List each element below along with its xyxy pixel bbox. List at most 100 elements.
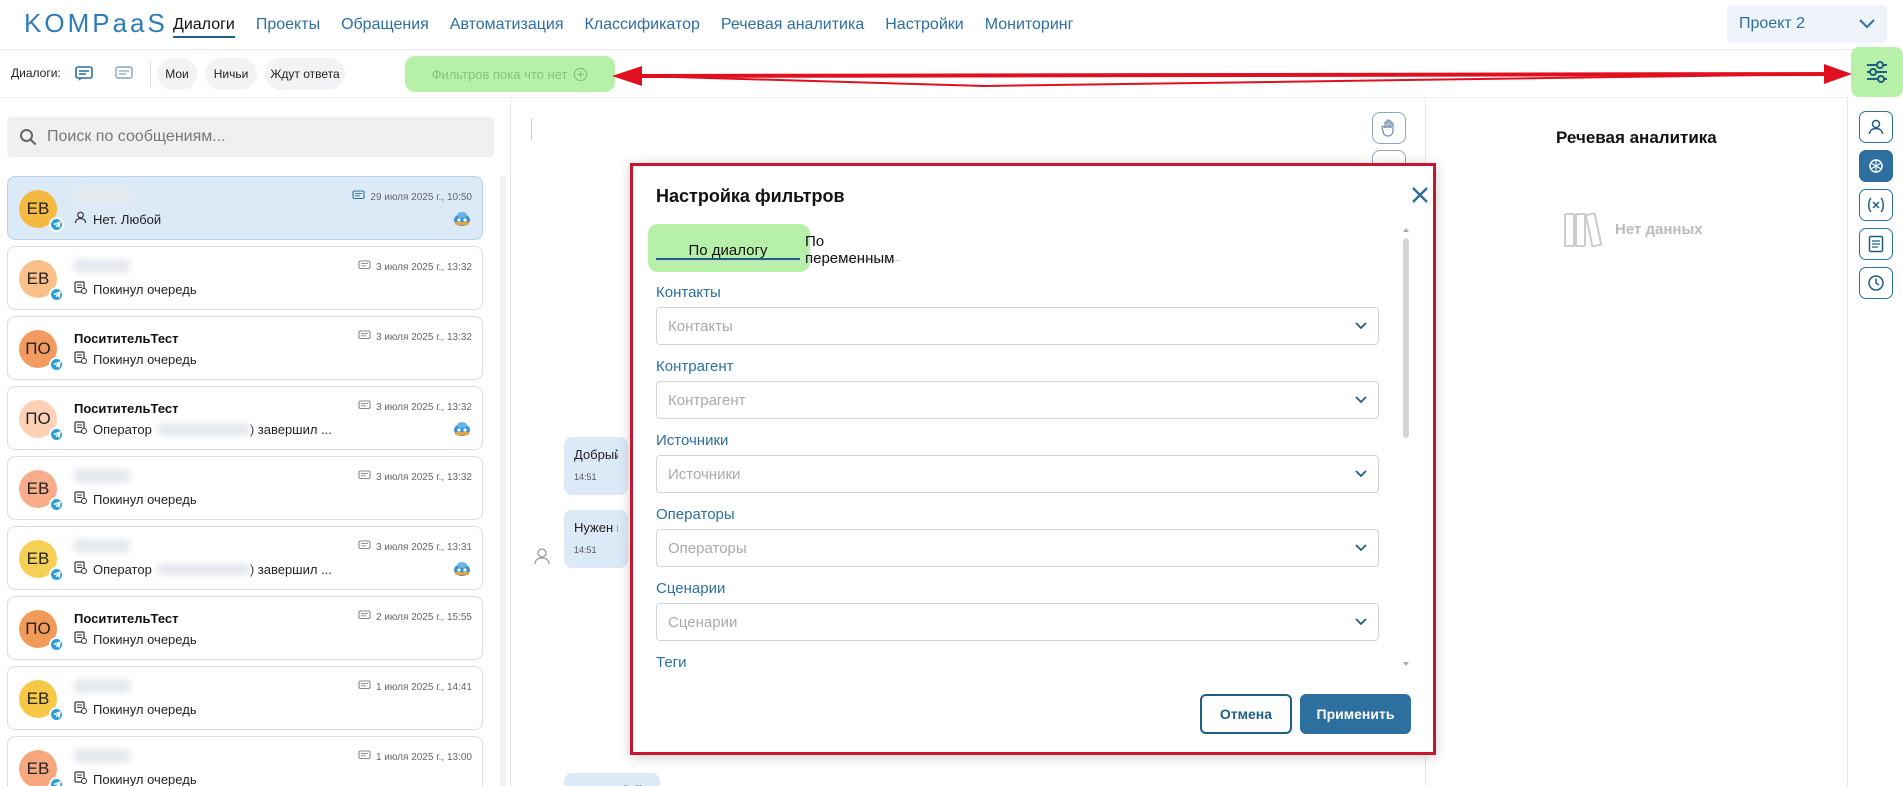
chat-outline-icon[interactable] — [108, 58, 140, 90]
chat-icon — [358, 330, 371, 344]
filters-settings-button[interactable] — [1851, 47, 1903, 97]
dialog-item[interactable]: ПО ПоситительТест 3 июля 2025 г., 13:32 Пок… — [7, 316, 483, 380]
filter-select[interactable]: Контакты — [656, 307, 1379, 345]
chevron-down-icon — [1355, 396, 1367, 404]
openai-icon — [1869, 159, 1883, 173]
top-navbar: KOMPaaS Диалоги Проекты Обращения Автоматиз… — [0, 0, 1903, 50]
filter-select[interactable]: Источники — [656, 455, 1379, 493]
speech-analytics-title: Речевая аналитика — [1556, 128, 1717, 147]
ai-panel-button[interactable] — [1859, 150, 1893, 182]
filter-select-placeholder: Источники — [668, 465, 741, 483]
history-panel-button[interactable] — [1859, 267, 1893, 299]
dialog-status-line: Оператор ) завершил ... — [74, 561, 332, 577]
nav-item[interactable]: Обращения — [341, 0, 429, 50]
dialog-date-text: 29 июля 2025 г., 10:50 — [370, 191, 472, 203]
filter-field-label: Теги — [656, 654, 687, 670]
attach-tool-button[interactable] — [1372, 150, 1406, 164]
dialog-status-line: Покинул очередь — [74, 701, 197, 717]
nav-item[interactable]: Проекты — [256, 0, 320, 50]
dialog-item[interactable]: ЕВ 1 июля 2025 г., 14:41 Покинул очередь — [7, 666, 483, 730]
chip-unassigned[interactable]: Ничьи — [205, 58, 257, 90]
hand-tool-button[interactable] — [1372, 112, 1406, 144]
dialog-date-text: 3 июля 2025 г., 13:32 — [375, 471, 472, 483]
user-icon — [74, 211, 87, 227]
avatar-initials: ЕВ — [26, 269, 50, 288]
status-suffix: ) завершил ... — [249, 561, 332, 577]
contact-panel-button[interactable] — [1859, 111, 1893, 143]
avatar-initials: ПО — [25, 409, 51, 428]
dialog-date-text: 1 июля 2025 г., 14:41 — [375, 681, 472, 693]
cancel-button[interactable]: Отмена — [1200, 694, 1292, 734]
dialog-item[interactable]: ЕВ 1 июля 2025 г., 13:00 Покинул очередь — [7, 736, 483, 786]
tab-by-dialog[interactable]: По диалогу — [656, 234, 800, 266]
operator-redacted — [157, 422, 250, 436]
chat-icon — [352, 190, 365, 204]
operator-redacted — [157, 562, 250, 576]
telegram-icon — [49, 707, 64, 722]
tab-by-variables[interactable]: По переменным — [805, 233, 905, 267]
dialog-date: 1 июля 2025 г., 13:00 — [358, 750, 472, 764]
chip-awaiting-reply[interactable]: Ждут ответа — [265, 58, 345, 90]
project-select[interactable]: Проект 2 — [1727, 5, 1887, 43]
telegram-icon — [49, 567, 64, 582]
filters-empty-label: Фильтров пока что нет — [431, 66, 568, 82]
chat-icon — [358, 750, 371, 764]
nav-item[interactable]: Речевая аналитика — [721, 0, 864, 50]
filter-select[interactable]: Операторы — [656, 529, 1379, 567]
modal-scrollbar[interactable] — [1402, 226, 1410, 672]
dialog-status: Покинул очередь — [93, 771, 197, 786]
notes-panel-button[interactable] — [1859, 228, 1893, 260]
bot-icon — [452, 559, 472, 577]
bot-icon — [452, 419, 472, 437]
variables-panel-button[interactable] — [1859, 189, 1893, 221]
message-search[interactable]: Поиск по сообщениям... — [7, 117, 494, 157]
queue-icon — [74, 631, 87, 647]
dialog-name: ПоситительТест — [74, 611, 179, 626]
nav-item[interactable]: Мониторинг — [985, 0, 1074, 50]
hand-icon — [1381, 119, 1394, 137]
apply-button[interactable]: Применить — [1300, 694, 1411, 734]
filter-field-label: Сценарии — [656, 580, 726, 597]
variable-icon — [1868, 197, 1884, 213]
chat-message: Добрый... 14:51 — [564, 437, 628, 495]
telegram-icon — [49, 357, 64, 372]
close-icon[interactable] — [1408, 183, 1432, 207]
queue-icon — [74, 281, 87, 297]
dialog-date: 3 июля 2025 г., 13:32 — [358, 330, 472, 344]
dialog-item[interactable]: ЕВ 29 июля 2025 г., 10:50 Нет. Любой — [7, 176, 483, 240]
filter-field-label: Операторы — [656, 506, 735, 523]
dialog-date: 1 июля 2025 г., 14:41 — [358, 680, 472, 694]
dialog-item[interactable]: ПО ПоситительТест 3 июля 2025 г., 13:32 Опе… — [7, 386, 483, 450]
filter-select[interactable]: Сценарии — [656, 603, 1379, 641]
bot-icon — [452, 209, 472, 227]
filters-empty-chip[interactable]: Фильтров пока что нет — [405, 56, 615, 92]
chat-filled-icon[interactable] — [68, 58, 100, 90]
chat-icon — [358, 680, 371, 694]
dialog-name-redacted — [74, 469, 130, 483]
sliders-icon — [1867, 61, 1887, 83]
nav-item[interactable]: Автоматизация — [450, 0, 564, 50]
project-select-value: Проект 2 — [1739, 15, 1806, 32]
dialog-item[interactable]: ПО ПоситительТест 2 июля 2025 г., 15:55 Пок… — [7, 596, 483, 660]
dialog-date: 2 июля 2025 г., 15:55 — [358, 610, 472, 624]
nav-item[interactable]: Классификатор — [584, 0, 699, 50]
nav-item[interactable]: Настройки — [885, 0, 963, 50]
message-text: Нужен н — [574, 520, 618, 535]
filter-fields: Контакты Контакты Контрагент Контрагент Исто… — [633, 276, 1413, 670]
status-prefix: Оператор — [93, 561, 152, 577]
filter-select[interactable]: Контрагент — [656, 381, 1379, 419]
dialog-date: 29 июля 2025 г., 10:50 — [352, 190, 472, 204]
dialogs-label: Диалоги: — [11, 66, 61, 80]
dialog-item[interactable]: ЕВ 3 июля 2025 г., 13:32 Покинул очередь — [7, 456, 483, 520]
dialog-list-scrollbar[interactable] — [500, 176, 506, 786]
logo: KOMPaaS — [24, 8, 168, 38]
dialog-name: ПоситительТест — [74, 401, 179, 416]
queue-icon — [74, 701, 87, 717]
chip-mine[interactable]: Мои — [157, 58, 197, 90]
chevron-down-icon — [1355, 322, 1367, 330]
dialog-item[interactable]: ЕВ 3 июля 2025 г., 13:31 Оператор) заверши… — [7, 526, 483, 590]
message-time: 14:51 — [574, 472, 597, 482]
chat-icon — [358, 610, 371, 624]
dialog-item[interactable]: ЕВ 3 июля 2025 г., 13:32 Покинул очередь — [7, 246, 483, 310]
nav-item[interactable]: Диалоги — [173, 0, 235, 50]
